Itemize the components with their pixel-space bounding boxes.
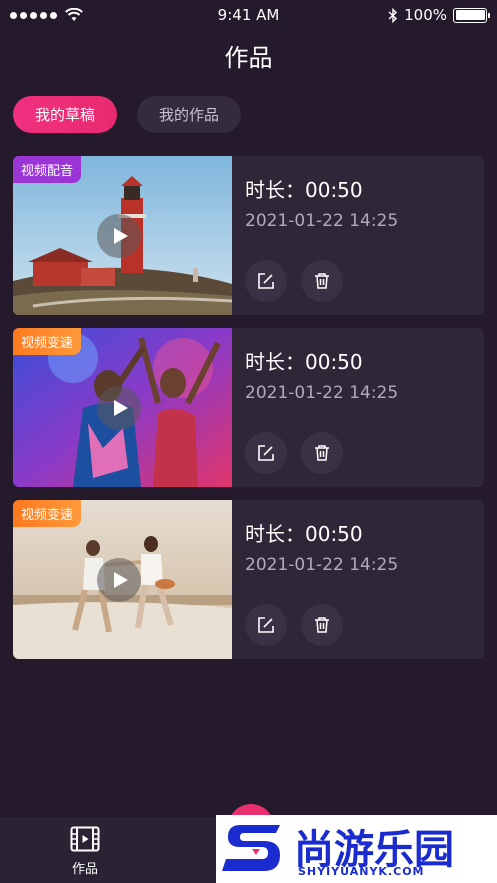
watermark: 尚游乐园 SHYIYUANYK.COM (216, 815, 497, 883)
play-button[interactable] (97, 558, 141, 602)
battery-icon (453, 7, 490, 23)
edit-button[interactable] (245, 604, 287, 646)
feature-badge: 视频变速 (13, 500, 82, 527)
duration-text: 时长：00:50 (245, 522, 363, 546)
film-icon (70, 826, 100, 852)
video-thumbnail[interactable]: 视频变速 (13, 328, 232, 487)
tab-my-works[interactable]: 我的作品 (137, 96, 241, 133)
date-text: 2021-01-22 14:25 (245, 555, 399, 575)
wifi-icon (65, 8, 83, 21)
play-button[interactable] (97, 214, 141, 258)
video-thumbnail[interactable]: 视频配音 (13, 156, 232, 315)
edit-icon (258, 617, 274, 633)
feature-badge: 视频配音 (13, 156, 82, 183)
tab-bar: 我的草稿 我的作品 (13, 96, 241, 133)
signal-icon (10, 11, 57, 19)
edit-button[interactable] (245, 432, 287, 474)
play-icon (113, 400, 128, 416)
work-card[interactable]: 视频变速 时长：00:50 2021-01-22 14:25 (13, 328, 484, 487)
nav-label-works: 作品 (71, 862, 98, 877)
bluetooth-icon (388, 7, 398, 23)
play-icon (113, 572, 128, 588)
watermark-url: SHYIYUANYK.COM (298, 865, 425, 878)
edit-button[interactable] (245, 260, 287, 302)
work-card[interactable]: 视频配音 时长：00:50 2021-01-22 14:25 (13, 156, 484, 315)
status-bar: 9:41 AM 100% (0, 0, 497, 30)
play-icon (113, 228, 128, 244)
edit-icon (258, 445, 274, 461)
delete-button[interactable] (301, 432, 343, 474)
trash-icon (315, 273, 329, 289)
feature-badge: 视频变速 (13, 328, 82, 355)
delete-button[interactable] (301, 260, 343, 302)
edit-icon (258, 273, 274, 289)
duration-text: 时长：00:50 (245, 178, 363, 202)
delete-button[interactable] (301, 604, 343, 646)
video-thumbnail[interactable]: 视频变速 (13, 500, 232, 659)
nav-item-works[interactable]: 作品 (60, 826, 110, 877)
trash-icon (315, 445, 329, 461)
battery-percent: 100% (404, 6, 447, 24)
date-text: 2021-01-22 14:25 (245, 211, 399, 231)
play-button[interactable] (97, 386, 141, 430)
date-text: 2021-01-22 14:25 (245, 383, 399, 403)
tab-drafts[interactable]: 我的草稿 (13, 96, 117, 133)
duration-text: 时长：00:50 (245, 350, 363, 374)
watermark-logo (222, 825, 280, 871)
trash-icon (315, 617, 329, 633)
work-card[interactable]: 视频变速 时长：00:50 2021-01-22 14:25 (13, 500, 484, 659)
page-title: 作品 (224, 44, 273, 72)
